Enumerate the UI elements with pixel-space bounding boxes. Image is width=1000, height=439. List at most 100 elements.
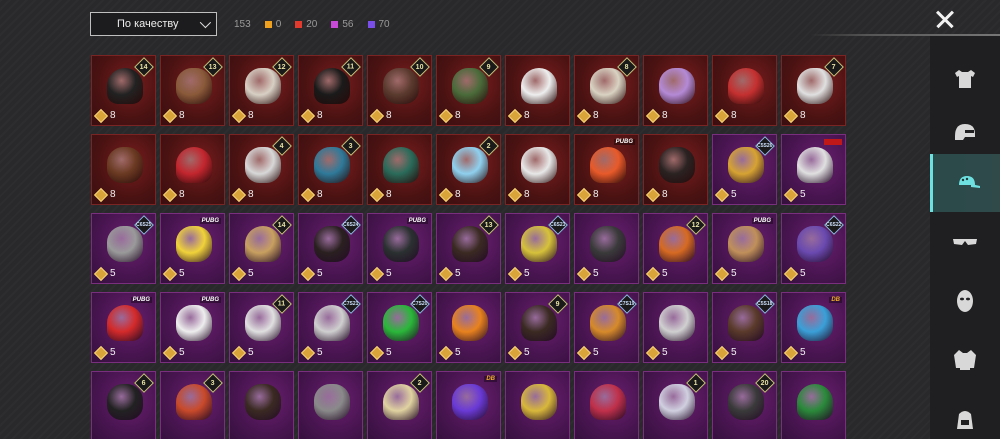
brand-tag-icon <box>824 139 842 145</box>
hat-tab[interactable] <box>930 154 1000 212</box>
item-image <box>314 68 350 104</box>
item-card[interactable]: 95 <box>505 292 570 363</box>
item-image <box>659 68 695 104</box>
item-card[interactable]: 78 <box>781 55 846 126</box>
item-card[interactable]: C6S23 5 <box>505 213 570 284</box>
item-card[interactable]: PUBG 5 <box>712 213 777 284</box>
eyewear-tab[interactable] <box>930 212 1000 270</box>
backpack-tab[interactable] <box>930 390 1000 439</box>
item-card[interactable] <box>574 371 639 439</box>
close-button[interactable] <box>930 5 960 33</box>
shirt-icon <box>955 70 975 88</box>
item-card[interactable]: 12 8 <box>229 55 294 126</box>
item-card[interactable]: 2 <box>367 371 432 439</box>
collab-tag-icon: PUBG <box>751 218 773 224</box>
count-red: 20 <box>295 19 317 30</box>
item-card[interactable]: DB 5 <box>781 292 846 363</box>
item-card[interactable]: 8 <box>712 55 777 126</box>
item-card[interactable]: 13 5 <box>436 213 501 284</box>
item-card[interactable]: 48 <box>229 134 294 205</box>
item-price: 5 <box>93 345 116 360</box>
item-card[interactable]: C5S26 5 <box>712 134 777 205</box>
item-card[interactable]: 5 <box>574 213 639 284</box>
item-image <box>314 147 350 183</box>
item-card[interactable]: 12 5 <box>643 213 708 284</box>
jacket-icon <box>954 350 976 370</box>
item-card[interactable]: C7S20 5 <box>367 292 432 363</box>
item-card[interactable]: PUBG 5 <box>91 292 156 363</box>
item-card[interactable]: 11 8 <box>298 55 363 126</box>
item-card[interactable]: 1 <box>643 371 708 439</box>
item-card[interactable]: 20 <box>712 371 777 439</box>
item-card[interactable]: 88 <box>574 55 639 126</box>
item-card[interactable]: 3 <box>160 371 225 439</box>
item-image <box>659 305 695 341</box>
item-card[interactable]: 8 <box>367 134 432 205</box>
item-card[interactable]: DB <box>436 371 501 439</box>
coin-icon <box>300 108 316 123</box>
item-price: 5 <box>714 345 737 360</box>
item-image <box>797 226 833 262</box>
item-card[interactable]: PUBG 8 <box>574 134 639 205</box>
item-card[interactable]: C6S24 5 <box>298 213 363 284</box>
item-image <box>245 305 281 341</box>
coin-icon <box>714 345 730 360</box>
item-card[interactable]: 5 <box>436 292 501 363</box>
sort-dropdown[interactable]: По качеству <box>90 12 217 36</box>
item-card[interactable] <box>229 371 294 439</box>
item-card[interactable]: C5S18 5 <box>712 292 777 363</box>
item-card[interactable]: 6 <box>91 371 156 439</box>
item-card[interactable]: 10 8 <box>367 55 432 126</box>
coin-icon <box>438 187 454 202</box>
item-card[interactable] <box>298 371 363 439</box>
item-card[interactable]: PUBG 5 <box>367 213 432 284</box>
item-image <box>659 226 695 262</box>
item-card[interactable]: 8 <box>643 55 708 126</box>
item-card[interactable]: C6S25 5 <box>91 213 156 284</box>
collab-tag-icon: PUBG <box>130 297 152 303</box>
item-card[interactable]: PUBG 5 <box>160 213 225 284</box>
item-card[interactable]: 38 <box>298 134 363 205</box>
item-card[interactable]: PUBG 5 <box>160 292 225 363</box>
item-card[interactable]: 8 <box>91 134 156 205</box>
item-card[interactable]: 14 8 <box>91 55 156 126</box>
item-price: 5 <box>645 266 668 281</box>
item-card[interactable]: 8 <box>505 55 570 126</box>
item-card[interactable]: 8 <box>505 134 570 205</box>
item-card[interactable] <box>781 371 846 439</box>
item-card[interactable]: 8 <box>643 134 708 205</box>
inventory-counts: 153 0 20 56 70 <box>234 19 390 30</box>
item-price: 8 <box>576 187 599 202</box>
item-price: 8 <box>93 108 116 123</box>
item-card[interactable]: 11 5 <box>229 292 294 363</box>
item-price: 5 <box>162 345 185 360</box>
item-image <box>521 68 557 104</box>
coin-icon <box>369 187 385 202</box>
item-image <box>452 147 488 183</box>
item-grid: 14 8 13 8 12 8 11 8 10 8 9 8 8 8 8 8 8 7 8 8 8 4 8 3 8 8 2 8 8 PUBG 8 8… <box>91 55 854 439</box>
item-price: 5 <box>714 266 737 281</box>
item-price: 5 <box>507 345 530 360</box>
item-card[interactable]: C6S22 5 <box>781 213 846 284</box>
item-card[interactable]: C7S19 5 <box>574 292 639 363</box>
glasses-icon <box>953 239 977 245</box>
mask-tab[interactable] <box>930 272 1000 330</box>
jacket-tab[interactable] <box>930 330 1000 388</box>
sort-dropdown-label: По качеству <box>117 18 179 30</box>
item-image <box>176 226 212 262</box>
item-card[interactable]: 28 <box>436 134 501 205</box>
coin-icon <box>714 187 730 202</box>
item-card[interactable] <box>505 371 570 439</box>
item-price: 8 <box>93 187 116 202</box>
item-image <box>314 226 350 262</box>
item-card[interactable]: 14 5 <box>229 213 294 284</box>
item-card[interactable]: 5 <box>643 292 708 363</box>
coin-icon <box>507 187 523 202</box>
outfit-tab[interactable] <box>930 50 1000 108</box>
item-card[interactable]: 98 <box>436 55 501 126</box>
helmet-tab[interactable] <box>930 103 1000 161</box>
item-card[interactable]: 8 <box>160 134 225 205</box>
item-card[interactable]: C7S21 5 <box>298 292 363 363</box>
item-card[interactable]: 5 <box>781 134 846 205</box>
item-card[interactable]: 13 8 <box>160 55 225 126</box>
